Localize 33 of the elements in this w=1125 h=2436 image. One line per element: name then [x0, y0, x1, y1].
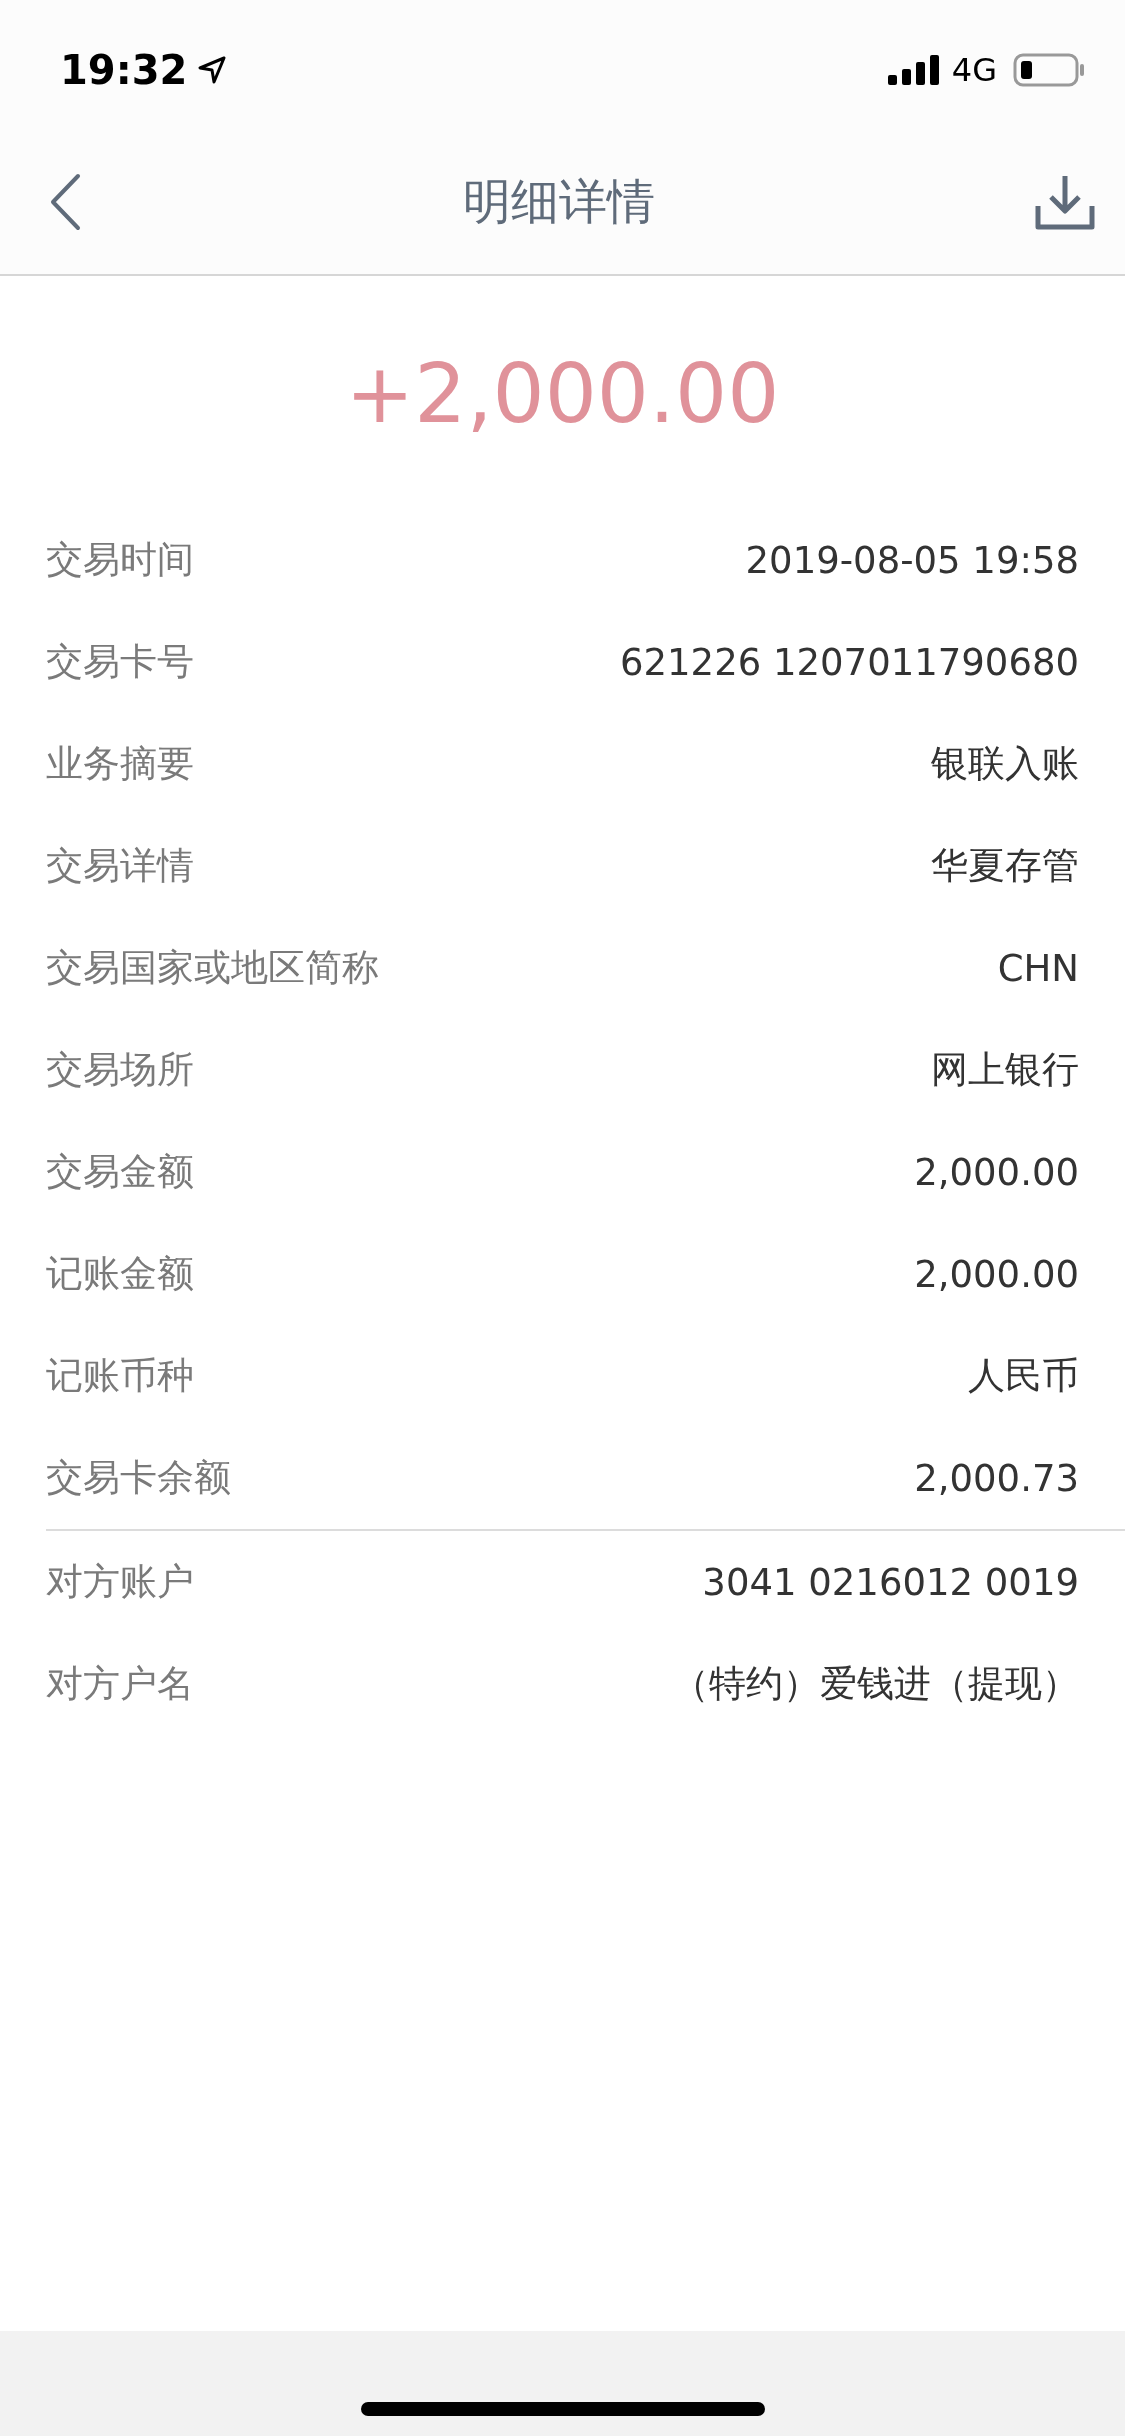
battery-icon: [1013, 53, 1085, 87]
page-title: 明细详情: [462, 172, 655, 231]
location-icon: [197, 55, 228, 85]
status-time: 19:32: [60, 47, 188, 93]
field-label: 对方账户: [46, 1559, 194, 1605]
field-value: 2019-08-05 19:58: [745, 538, 1079, 582]
back-icon[interactable]: [48, 173, 82, 231]
field-value: 2,000.00: [914, 1252, 1079, 1296]
field-label: 交易详情: [46, 843, 194, 889]
amount: +2,000.00: [344, 345, 781, 443]
field-label: 记账金额: [46, 1251, 194, 1297]
field-label: 业务摘要: [46, 741, 194, 787]
field-label: 对方户名: [46, 1661, 194, 1707]
field-label: 交易卡号: [46, 639, 194, 685]
field-value: 3041 0216012 0019: [702, 1560, 1079, 1604]
signal-icon: [887, 55, 942, 85]
field-label: 交易时间: [46, 537, 194, 583]
field-label: 交易国家或地区简称: [46, 945, 379, 991]
field-value: 621226 1207011790680: [619, 640, 1079, 684]
field-label: 记账币种: [46, 1353, 194, 1399]
download-icon[interactable]: [1035, 174, 1095, 230]
field-value: 2,000.00: [914, 1150, 1079, 1194]
field-value: CHN: [997, 946, 1079, 990]
network-label: 4G: [951, 51, 997, 89]
field-label: 交易卡余额: [46, 1455, 231, 1501]
field-label: 交易场所: [46, 1047, 194, 1093]
field-value: （特约）爱钱进（提现）: [672, 1661, 1079, 1707]
field-value: 网上银行: [931, 1047, 1079, 1093]
field-value: 银联入账: [931, 741, 1079, 787]
field-value: 2,000.73: [914, 1456, 1079, 1500]
field-value: 人民币: [968, 1353, 1079, 1399]
field-label: 交易金额: [46, 1149, 194, 1195]
field-value: 华夏存管: [931, 843, 1079, 889]
